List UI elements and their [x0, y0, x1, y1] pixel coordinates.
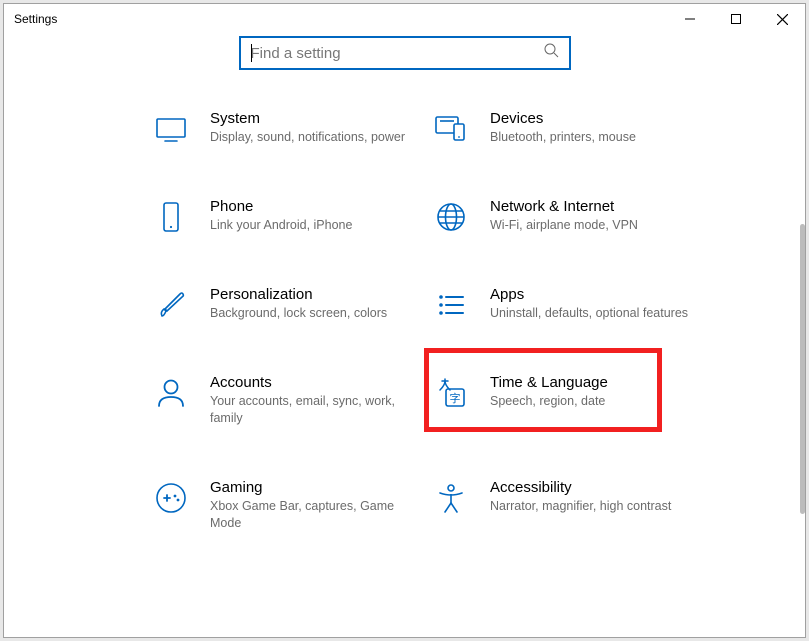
category-description: Uninstall, defaults, optional features — [490, 305, 694, 322]
window-controls — [667, 4, 805, 34]
category-network[interactable]: Network & Internet Wi-Fi, airplane mode, … — [434, 198, 714, 234]
category-text: Accessibility Narrator, magnifier, high c… — [490, 479, 694, 515]
category-system[interactable]: System Display, sound, notifications, pow… — [154, 110, 434, 146]
settings-window: Settings SystemDisplay, sound, notific — [3, 3, 806, 638]
category-text: System Display, sound, notifications, pow… — [210, 110, 414, 146]
category-text: Gaming Xbox Game Bar, captures, Game Mode — [210, 479, 414, 532]
minimize-button[interactable] — [667, 4, 713, 34]
scrollbar-thumb[interactable] — [800, 224, 805, 514]
category-text: Network & Internet Wi-Fi, airplane mode, … — [490, 198, 694, 234]
person-icon — [154, 376, 188, 410]
category-description: Display, sound, notifications, power — [210, 129, 414, 146]
category-description: Link your Android, iPhone — [210, 217, 414, 234]
category-text: Accounts Your accounts, email, sync, work… — [210, 374, 414, 427]
category-title: Accounts — [210, 374, 414, 391]
globe-icon — [434, 200, 468, 234]
categories-grid: System Display, sound, notifications, pow… — [4, 110, 764, 532]
category-title: Network & Internet — [490, 198, 694, 215]
devices-icon — [434, 112, 468, 146]
category-title: Apps — [490, 286, 694, 303]
category-title: Devices — [490, 110, 694, 127]
maximize-button[interactable] — [713, 4, 759, 34]
category-personalization[interactable]: Personalization Background, lock screen, … — [154, 286, 434, 322]
category-accessibility[interactable]: Accessibility Narrator, magnifier, high c… — [434, 479, 714, 532]
close-icon — [777, 14, 788, 25]
apps-icon — [434, 288, 468, 322]
category-accounts[interactable]: Accounts Your accounts, email, sync, work… — [154, 374, 434, 427]
category-phone[interactable]: Phone Link your Android, iPhone — [154, 198, 434, 234]
category-description: Xbox Game Bar, captures, Game Mode — [210, 498, 414, 532]
monitor-icon — [154, 112, 188, 146]
titlebar: Settings — [4, 4, 805, 34]
category-title: Personalization — [210, 286, 414, 303]
language-icon — [434, 376, 468, 410]
category-devices[interactable]: Devices Bluetooth, printers, mouse — [434, 110, 714, 146]
category-description: Narrator, magnifier, high contrast — [490, 498, 694, 515]
search-wrap — [4, 34, 805, 110]
category-text: Time & Language Speech, region, date — [490, 374, 694, 410]
category-text: Devices Bluetooth, printers, mouse — [490, 110, 694, 146]
phone-icon — [154, 200, 188, 234]
category-description: Your accounts, email, sync, work, family — [210, 393, 414, 427]
category-title: Time & Language — [490, 374, 694, 391]
category-title: Accessibility — [490, 479, 694, 496]
content-area: System Display, sound, notifications, pow… — [4, 34, 805, 637]
category-description: Speech, region, date — [490, 393, 694, 410]
close-button[interactable] — [759, 4, 805, 34]
category-text: Apps Uninstall, defaults, optional featur… — [490, 286, 694, 322]
brush-icon — [154, 288, 188, 322]
category-description: Wi-Fi, airplane mode, VPN — [490, 217, 694, 234]
maximize-icon — [731, 14, 741, 24]
category-text: Phone Link your Android, iPhone — [210, 198, 414, 234]
search-input[interactable] — [251, 45, 544, 62]
category-description: Background, lock screen, colors — [210, 305, 414, 322]
text-caret — [251, 44, 252, 62]
category-time-language[interactable]: Time & Language Speech, region, date — [434, 374, 714, 427]
search-box[interactable] — [239, 36, 571, 70]
accessibility-icon — [434, 481, 468, 515]
gaming-icon — [154, 481, 188, 515]
search-icon — [544, 43, 559, 63]
category-title: Phone — [210, 198, 414, 215]
category-description: Bluetooth, printers, mouse — [490, 129, 694, 146]
category-apps[interactable]: Apps Uninstall, defaults, optional featur… — [434, 286, 714, 322]
category-text: Personalization Background, lock screen, … — [210, 286, 414, 322]
window-title: Settings — [14, 12, 57, 26]
category-gaming[interactable]: Gaming Xbox Game Bar, captures, Game Mode — [154, 479, 434, 532]
category-title: Gaming — [210, 479, 414, 496]
category-title: System — [210, 110, 414, 127]
minimize-icon — [685, 14, 695, 24]
